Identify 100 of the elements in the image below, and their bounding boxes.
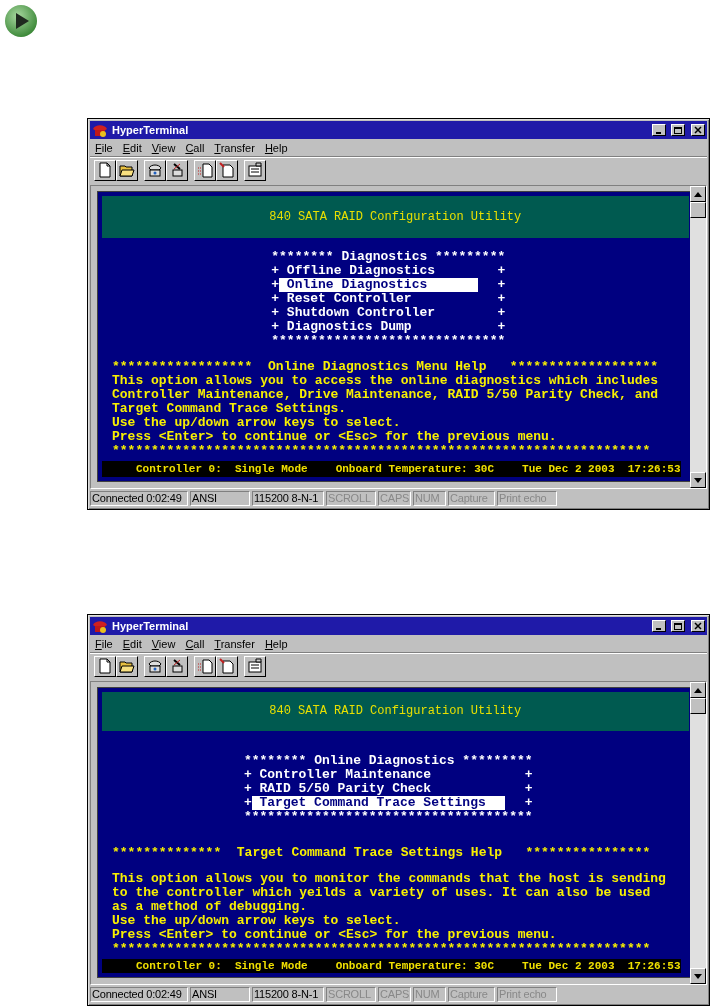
scroll-down-icon[interactable] bbox=[694, 973, 702, 979]
terminal-line: This option allows you to access the online diagnostics which includes bbox=[111, 374, 660, 389]
menu-border: + bbox=[271, 320, 280, 334]
menu-item[interactable]: Help bbox=[259, 141, 293, 154]
telephone-icon bbox=[92, 619, 108, 633]
menu-border: ****************************** bbox=[271, 334, 506, 348]
menu-option[interactable]: RAID 5/50 Parity Check bbox=[251, 781, 506, 796]
scroll-down-icon[interactable] bbox=[694, 477, 702, 483]
status-cell: ANSI bbox=[190, 491, 250, 506]
status-cell: Connected 0:02:49 bbox=[90, 491, 188, 506]
terminal-line: Target Command Trace Settings. bbox=[111, 402, 348, 417]
scrollbar[interactable] bbox=[690, 186, 706, 488]
temperature-reading: Onboard Temperature: 30C bbox=[335, 958, 495, 973]
receive-file-icon[interactable] bbox=[219, 658, 235, 674]
terminal-line: Press <Enter> to continue or <Esc> for the previous menu. bbox=[111, 927, 558, 942]
controller-mode: Controller 0: Single Mode bbox=[136, 462, 308, 477]
menu-option[interactable]: Online Diagnostics bbox=[279, 278, 478, 292]
menu-border: + bbox=[497, 320, 506, 334]
terminal-line: ****************** Online Diagnostics Menu Help ******************* bbox=[111, 360, 660, 375]
menu-item[interactable]: Edit bbox=[117, 637, 147, 650]
close-icon bbox=[693, 126, 703, 134]
banner-title: 840 SATA RAID Configuration Utility bbox=[269, 704, 522, 719]
terminal-line: This option allows you to monitor the commands that the host is sending bbox=[111, 871, 667, 886]
status-cell: Capture bbox=[448, 491, 495, 506]
properties-icon[interactable] bbox=[247, 162, 263, 178]
status-cell: Print echo bbox=[497, 491, 557, 506]
scrollbar[interactable] bbox=[690, 682, 706, 984]
phone-icon[interactable] bbox=[147, 162, 163, 178]
terminal-line: Controller Maintenance, Drive Maintenance, RAID 5/50 Parity Check, and bbox=[111, 388, 660, 403]
scroll-thumb[interactable] bbox=[690, 698, 706, 714]
minimize-button[interactable] bbox=[652, 620, 666, 632]
menu-option[interactable]: Reset Controller bbox=[279, 292, 478, 306]
status-cell: SCROLL bbox=[326, 491, 376, 506]
menu-border: + bbox=[271, 306, 280, 320]
document-icon[interactable] bbox=[97, 658, 113, 674]
properties-icon[interactable] bbox=[247, 658, 263, 674]
send-file-icon[interactable] bbox=[197, 162, 213, 178]
menu-border: + bbox=[243, 795, 252, 810]
menu-border: + bbox=[497, 306, 506, 320]
menu-border: + bbox=[524, 795, 533, 810]
menu-item[interactable]: Transfer bbox=[209, 141, 260, 154]
telephone-icon bbox=[92, 123, 108, 137]
menu-option[interactable]: Target Command Trace Settings bbox=[251, 795, 506, 810]
scroll-thumb[interactable] bbox=[690, 202, 706, 218]
send-file-icon[interactable] bbox=[197, 658, 213, 674]
window-title: HyperTerminal bbox=[112, 124, 190, 136]
scroll-up-icon[interactable] bbox=[694, 687, 702, 693]
menu-border: + bbox=[497, 278, 506, 292]
menu-heading: ******** Diagnostics ********* bbox=[271, 250, 506, 264]
maximize-icon bbox=[673, 622, 683, 630]
menu-item[interactable]: Help bbox=[259, 637, 293, 650]
menu-border: + bbox=[243, 767, 252, 782]
menu-option[interactable]: Diagnostics Dump bbox=[279, 320, 478, 334]
phone-hangup-icon[interactable] bbox=[169, 162, 185, 178]
document-icon[interactable] bbox=[97, 162, 113, 178]
close-button[interactable] bbox=[691, 124, 705, 136]
menu-item[interactable]: File bbox=[90, 141, 118, 154]
terminal-line: Use the up/down arrow keys to select. bbox=[111, 913, 402, 928]
terminal-line: as a method of debugging. bbox=[111, 899, 308, 914]
menu-item[interactable]: Transfer bbox=[209, 637, 260, 650]
maximize-button[interactable] bbox=[671, 124, 685, 136]
menu-border: + bbox=[524, 767, 533, 782]
menu-option[interactable]: Shutdown Controller bbox=[279, 306, 478, 320]
menu-heading: ******** Online Diagnostics ********* bbox=[243, 753, 533, 768]
folder-icon[interactable] bbox=[119, 658, 135, 674]
receive-file-icon[interactable] bbox=[219, 162, 235, 178]
status-cell: SCROLL bbox=[326, 987, 376, 1002]
menu-item[interactable]: Edit bbox=[117, 141, 147, 154]
terminal-line: ************** Target Command Trace Settings Help **************** bbox=[111, 846, 652, 861]
maximize-button[interactable] bbox=[671, 620, 685, 632]
menu-option[interactable]: Controller Maintenance bbox=[251, 767, 506, 782]
folder-icon[interactable] bbox=[119, 162, 135, 178]
menu-item[interactable]: View bbox=[146, 141, 181, 154]
menu-option[interactable]: Offline Diagnostics bbox=[279, 264, 478, 278]
menu-item[interactable]: View bbox=[146, 637, 181, 650]
scroll-up-icon[interactable] bbox=[694, 191, 702, 197]
phone-icon[interactable] bbox=[147, 658, 163, 674]
status-cell: 115200 8-N-1 bbox=[252, 987, 324, 1002]
temperature-reading: Onboard Temperature: 30C bbox=[335, 462, 495, 477]
terminal-line: to the controller which yeilds a variety of uses. It can also be used bbox=[111, 885, 651, 900]
menu-border: + bbox=[271, 278, 280, 292]
menu-item[interactable]: Call bbox=[180, 637, 210, 650]
window-title: HyperTerminal bbox=[112, 620, 190, 632]
minimize-button[interactable] bbox=[652, 124, 666, 136]
menu-border: + bbox=[497, 292, 506, 306]
menu-border: + bbox=[524, 781, 533, 796]
menu-border: + bbox=[271, 264, 280, 278]
status-cell: ANSI bbox=[190, 987, 250, 1002]
close-button[interactable] bbox=[691, 620, 705, 632]
menu-item[interactable]: Call bbox=[180, 141, 210, 154]
menu-border: + bbox=[271, 292, 280, 306]
status-cell: Capture bbox=[448, 987, 495, 1002]
banner-title: 840 SATA RAID Configuration Utility bbox=[269, 210, 522, 224]
close-icon bbox=[693, 622, 703, 630]
play-icon bbox=[4, 4, 38, 38]
maximize-icon bbox=[673, 126, 683, 134]
menu-item[interactable]: File bbox=[90, 637, 118, 650]
phone-hangup-icon[interactable] bbox=[169, 658, 185, 674]
status-cell: Print echo bbox=[497, 987, 557, 1002]
date-time: Tue Dec 2 2003 17:26:53 bbox=[522, 958, 681, 973]
